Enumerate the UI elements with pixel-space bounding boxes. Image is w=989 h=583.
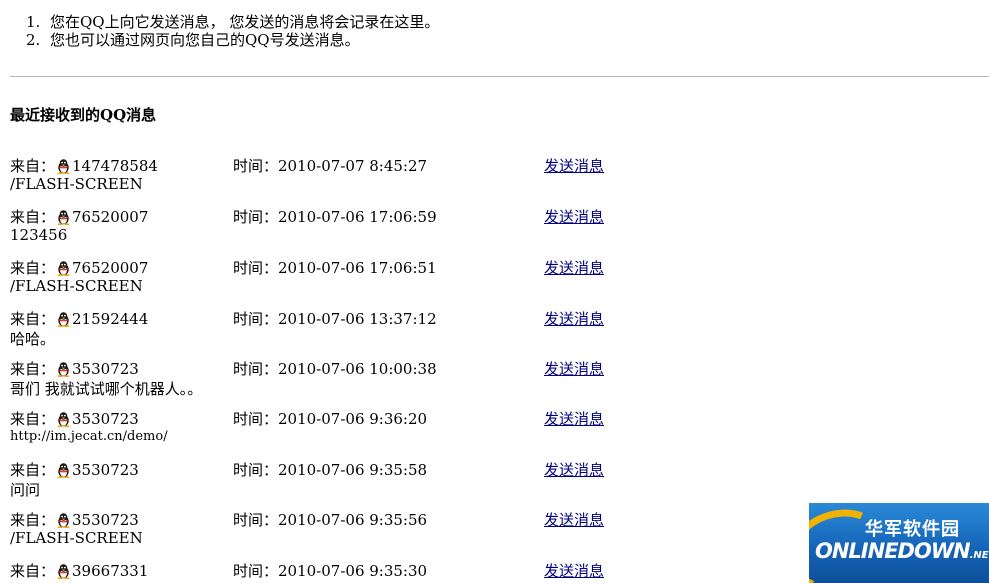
watermark-en-text: ONLINEDOWN.NET bbox=[815, 539, 989, 563]
message-time: 时间：2010-07-06 13:37:12 bbox=[233, 310, 437, 328]
sender-label: 来自： bbox=[10, 360, 56, 378]
message-content: 哈哈。 bbox=[10, 330, 56, 348]
qq-penguin-icon bbox=[56, 158, 71, 174]
send-message-link[interactable]: 发送消息 bbox=[544, 358, 604, 379]
qq-penguin-icon bbox=[56, 512, 71, 528]
message-sender: 来自： 76520007 bbox=[10, 257, 148, 278]
watermark-en-suffix: .NET bbox=[969, 550, 989, 561]
sender-qq-number: 39667331 bbox=[72, 561, 149, 580]
message-content: 问问 bbox=[10, 481, 41, 499]
qq-penguin-icon bbox=[56, 563, 71, 579]
message-time: 时间：2010-07-06 9:35:56 bbox=[233, 511, 428, 529]
sender-qq-number: 147478584 bbox=[72, 156, 158, 175]
sender-label: 来自： bbox=[10, 562, 56, 580]
message-sender: 来自： 76520007 bbox=[10, 206, 148, 227]
message-sender: 来自： 3530723 bbox=[10, 459, 139, 480]
message-row: 来自： 3530723 时间：2010-07-06 10:00:38 发送消息哥们 我… bbox=[10, 358, 790, 399]
sender-label: 来自： bbox=[10, 157, 56, 175]
message-sender: 来自： 3530723 bbox=[10, 408, 139, 429]
send-message-link[interactable]: 发送消息 bbox=[544, 155, 604, 176]
sender-qq-number: 3530723 bbox=[72, 359, 139, 378]
qq-penguin-icon bbox=[56, 462, 71, 478]
watermark-en-main: ONLINEDOWN bbox=[815, 539, 971, 563]
message-time: 时间：2010-07-06 9:36:20 bbox=[233, 410, 428, 428]
watermark-cn-text: 华军软件园 bbox=[865, 519, 960, 540]
horizontal-divider bbox=[10, 76, 989, 77]
send-message-link[interactable]: 发送消息 bbox=[544, 206, 604, 227]
qq-penguin-icon bbox=[56, 209, 71, 225]
sender-label: 来自： bbox=[10, 208, 56, 226]
message-content: /FLASH-SCREEN bbox=[10, 529, 143, 547]
sender-label: 来自： bbox=[10, 511, 56, 529]
send-message-link[interactable]: 发送消息 bbox=[544, 257, 604, 278]
sender-label: 来自： bbox=[10, 259, 56, 277]
intro-item: 1. 您在QQ上向它发送消息， 您发送的消息将会记录在这里。 bbox=[26, 13, 439, 31]
message-sender: 来自： 3530723 bbox=[10, 358, 139, 379]
qq-penguin-icon bbox=[56, 260, 71, 276]
message-row: 来自： 76520007 时间：2010-07-06 17:06:59 发送消息 123… bbox=[10, 206, 790, 246]
message-time: 时间：2010-07-06 17:06:59 bbox=[233, 208, 437, 226]
qq-penguin-icon bbox=[56, 411, 71, 427]
sender-label: 来自： bbox=[10, 461, 56, 479]
sender-qq-number: 3530723 bbox=[72, 409, 139, 428]
message-time: 时间：2010-07-06 10:00:38 bbox=[233, 360, 437, 378]
message-time: 时间：2010-07-06 17:06:51 bbox=[233, 259, 437, 277]
message-sender: 来自： 21592444 bbox=[10, 308, 148, 329]
sender-qq-number: 76520007 bbox=[72, 258, 149, 277]
sender-qq-number: 3530723 bbox=[72, 460, 139, 479]
send-message-link[interactable]: 发送消息 bbox=[544, 408, 604, 429]
message-row: 来自： 21592444 时间：2010-07-06 13:37:12 发送消息哈哈。 bbox=[10, 308, 790, 349]
message-sender: 来自： 147478584 bbox=[10, 155, 158, 176]
message-content: http://im.jecat.cn/demo/ bbox=[10, 429, 168, 444]
message-sender: 来自： 39667331 bbox=[10, 560, 148, 581]
message-row: 来自： 3530723 时间：2010-07-06 9:35:56 发送消息/FLAS… bbox=[10, 509, 790, 549]
intro-item-number: 1. bbox=[26, 13, 41, 31]
message-time: 时间：2010-07-06 9:35:58 bbox=[233, 461, 428, 479]
sender-qq-number: 3530723 bbox=[72, 510, 139, 529]
message-content: /FLASH-SCREEN bbox=[10, 277, 143, 295]
intro-item: 2. 您也可以通过网页向您自己的QQ号发送消息。 bbox=[26, 31, 439, 49]
message-row: 来自： 39667331 时间：2010-07-06 9:35:30 发送消息 bbox=[10, 560, 790, 583]
send-message-link[interactable]: 发送消息 bbox=[544, 509, 604, 530]
intro-item-text: 您也可以通过网页向您自己的QQ号发送消息。 bbox=[50, 31, 360, 49]
sender-qq-number: 76520007 bbox=[72, 207, 149, 226]
qq-penguin-icon bbox=[56, 311, 71, 327]
intro-item-text: 您在QQ上向它发送消息， 您发送的消息将会记录在这里。 bbox=[50, 13, 440, 31]
sender-label: 来自： bbox=[10, 310, 56, 328]
send-message-link[interactable]: 发送消息 bbox=[544, 308, 604, 329]
message-content: 123456 bbox=[10, 226, 68, 244]
qq-penguin-icon bbox=[56, 361, 71, 377]
message-row: 来自： 76520007 时间：2010-07-06 17:06:51 发送消息/FL… bbox=[10, 257, 790, 297]
message-row: 来自： 147478584 时间：2010-07-07 8:45:27 发送消息/FL… bbox=[10, 155, 790, 195]
intro-item-number: 2. bbox=[26, 31, 41, 49]
intro-list: 1. 您在QQ上向它发送消息， 您发送的消息将会记录在这里。 2. 您也可以通过… bbox=[26, 13, 439, 49]
message-sender: 来自： 3530723 bbox=[10, 509, 139, 530]
message-content: /FLASH-SCREEN bbox=[10, 175, 143, 193]
watermark-logo: 华军软件园 ONLINEDOWN.NET bbox=[809, 503, 989, 583]
message-time: 时间：2010-07-07 8:45:27 bbox=[233, 157, 428, 175]
send-message-link[interactable]: 发送消息 bbox=[544, 459, 604, 480]
message-row: 来自： 3530723 时间：2010-07-06 9:36:20 发送消息 http:… bbox=[10, 408, 790, 448]
message-content: 哥们 我就试试哪个机器人。。 bbox=[10, 380, 203, 398]
section-heading: 最近接收到的QQ消息 bbox=[10, 106, 157, 124]
message-time: 时间：2010-07-06 9:35:30 bbox=[233, 562, 428, 580]
message-row: 来自： 3530723 时间：2010-07-06 9:35:58 发送消息问问 bbox=[10, 459, 790, 500]
sender-qq-number: 21592444 bbox=[72, 309, 149, 328]
send-message-link[interactable]: 发送消息 bbox=[544, 560, 604, 581]
sender-label: 来自： bbox=[10, 410, 56, 428]
